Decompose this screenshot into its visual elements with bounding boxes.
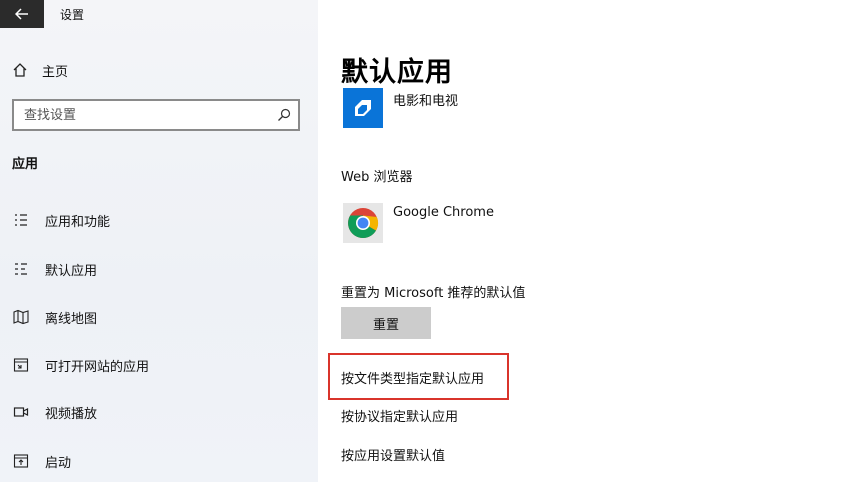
browser-app-button[interactable]	[343, 203, 383, 243]
sidebar-item-label: 启动	[45, 455, 72, 471]
sidebar-item-label: 应用和功能	[45, 214, 111, 230]
section-title: 应用	[12, 157, 39, 172]
sidebar-item-label: 默认应用	[45, 263, 98, 279]
startup-icon	[12, 452, 30, 470]
sidebar-item-label: 可打开网站的应用	[45, 359, 150, 375]
video-player-app-button[interactable]	[343, 88, 383, 128]
sidebar: 设置 主页 应用 应用和功能 默认应用	[0, 0, 318, 482]
reset-label: 重置为 Microsoft 推荐的默认值	[341, 286, 526, 301]
link-default-by-app[interactable]: 按应用设置默认值	[341, 445, 445, 464]
movies-tv-icon	[355, 100, 371, 116]
search-input[interactable]	[14, 107, 270, 123]
title-bar: 设置	[0, 0, 318, 28]
link-default-by-protocol[interactable]: 按协议指定默认应用	[341, 406, 458, 425]
reset-button[interactable]: 重置	[341, 307, 431, 339]
page-title: 默认应用	[341, 57, 453, 88]
arrow-left-icon	[15, 8, 28, 20]
video-app-name[interactable]: 电影和电视	[393, 90, 458, 109]
window-link-icon	[12, 356, 30, 374]
home-link[interactable]: 主页	[12, 58, 68, 82]
window-title: 设置	[60, 8, 85, 22]
link-default-by-file-type[interactable]: 按文件类型指定默认应用	[341, 368, 484, 387]
main-content: 默认应用 电影和电视 Web 浏览器 Google Chrome 重置为 Mic…	[318, 0, 855, 482]
home-label: 主页	[42, 64, 69, 80]
browser-app-name[interactable]: Google Chrome	[393, 205, 494, 220]
default-apps-icon	[12, 260, 30, 278]
map-icon	[12, 308, 30, 326]
chrome-icon	[348, 208, 379, 239]
sidebar-item-video-playback[interactable]: 视频播放	[0, 392, 318, 432]
back-button[interactable]	[0, 0, 44, 28]
sidebar-item-label: 视频播放	[45, 406, 98, 422]
sidebar-item-label: 离线地图	[45, 311, 98, 327]
sidebar-item-apps-features[interactable]: 应用和功能	[0, 200, 318, 240]
sidebar-item-offline-maps[interactable]: 离线地图	[0, 297, 318, 337]
list-icon	[12, 211, 30, 229]
sidebar-item-default-apps[interactable]: 默认应用	[0, 249, 318, 289]
sidebar-item-startup[interactable]: 启动	[0, 441, 318, 481]
sidebar-item-apps-for-websites[interactable]: 可打开网站的应用	[0, 345, 318, 385]
home-icon	[13, 63, 27, 77]
video-icon	[12, 403, 30, 421]
browser-section-label: Web 浏览器	[341, 170, 413, 185]
search-box[interactable]	[12, 99, 300, 131]
search-icon[interactable]	[270, 108, 298, 122]
